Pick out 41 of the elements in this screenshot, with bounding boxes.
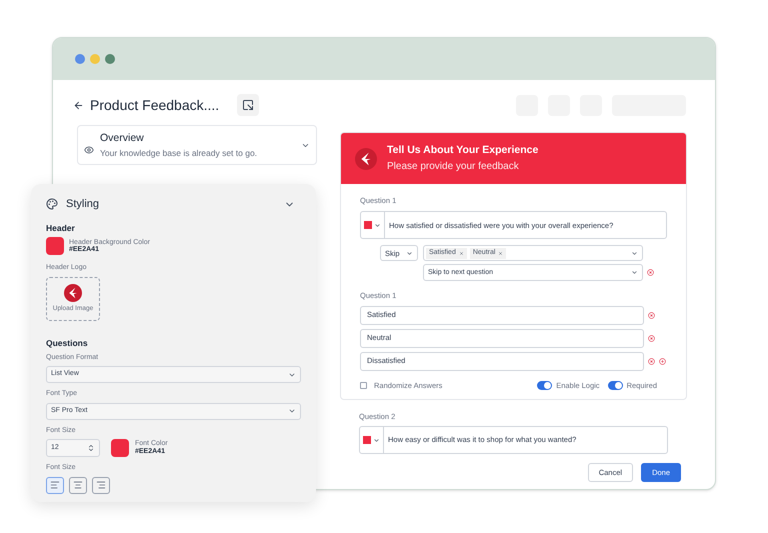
checkbox[interactable]	[360, 382, 367, 389]
expand-icon	[242, 99, 254, 111]
overview-card[interactable]: Overview Your knowledge base is already set to go.	[77, 125, 317, 165]
overview-description: Your knowledge base is already set to go.	[100, 146, 258, 160]
form-subtitle: Please provide your feedback	[387, 160, 520, 174]
open-button[interactable]	[237, 94, 260, 116]
chevron-icon	[373, 436, 380, 444]
back-icon[interactable]	[73, 100, 84, 110]
color-swatch[interactable]	[363, 436, 371, 444]
chevron-icon	[406, 250, 413, 257]
chevron-icon	[631, 269, 638, 276]
remove-icon[interactable]	[648, 358, 655, 364]
chevron-icon	[631, 250, 638, 257]
palette-icon	[46, 198, 58, 210]
alignment-button[interactable]	[69, 476, 87, 494]
form-title: Tell Us About Your Experience	[387, 143, 538, 158]
color-swatch[interactable]	[46, 237, 64, 256]
logo-icon	[64, 284, 82, 302]
remove-icon[interactable]	[648, 312, 655, 318]
remove-icon[interactable]	[648, 334, 655, 342]
section-heading: Header	[46, 222, 76, 234]
align-center-icon	[73, 480, 83, 490]
remove-icon[interactable]	[647, 269, 654, 276]
toggle-switch[interactable]	[608, 380, 623, 390]
color-swatch[interactable]	[111, 439, 129, 457]
alignment-button[interactable]	[46, 476, 64, 494]
toggle-switch[interactable]	[537, 380, 552, 390]
add-icon[interactable]	[659, 358, 666, 364]
section-heading: Questions	[46, 336, 89, 350]
panel-title: Styling	[66, 197, 100, 212]
page-title: Product Feedback....	[90, 96, 220, 114]
color-swatch[interactable]	[364, 221, 372, 230]
logo-icon	[355, 148, 377, 170]
alignment-button[interactable]	[92, 476, 110, 494]
stepper-icon	[87, 444, 95, 452]
align-left-icon	[50, 480, 60, 490]
align-right-icon	[96, 480, 106, 490]
chevron-icon	[288, 407, 296, 415]
chevron-icon	[374, 222, 381, 229]
overview-title: Overview	[100, 130, 145, 146]
eye-icon	[84, 145, 94, 155]
